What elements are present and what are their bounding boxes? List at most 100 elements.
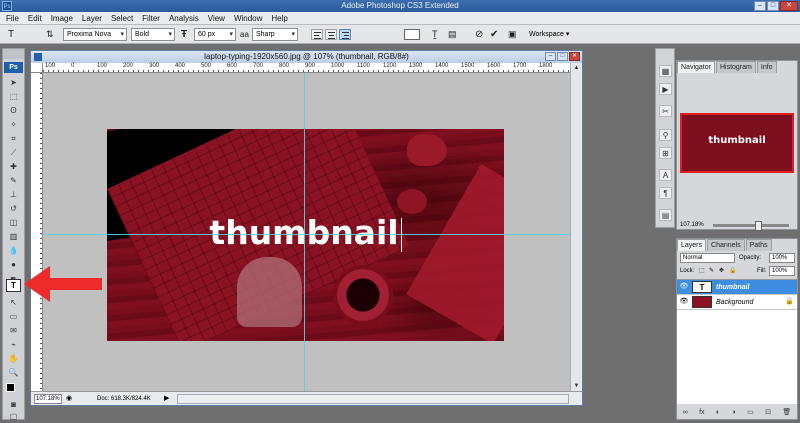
notes-tool-icon[interactable]: ✉ (7, 325, 20, 336)
tab-paths[interactable]: Paths (745, 239, 772, 251)
align-center-button[interactable] (325, 29, 337, 40)
character-panel-icon[interactable]: A (659, 169, 672, 181)
tab-info[interactable]: Info (756, 61, 777, 73)
layer-name[interactable]: thumbnail (716, 282, 749, 293)
menu-file[interactable]: File (6, 14, 19, 23)
scroll-up-arrow-icon[interactable]: ▲ (571, 63, 582, 73)
actions-panel-icon[interactable]: ▶ (659, 83, 672, 95)
tab-histogram[interactable]: Histogram (715, 61, 756, 73)
bridge-icon[interactable]: ▣ (508, 28, 517, 41)
lock-image-icon[interactable]: ✎ (709, 266, 714, 276)
zoom-field[interactable]: 107.18% (34, 394, 62, 404)
eyedropper-tool-icon[interactable]: ⌁ (7, 339, 20, 350)
text-orientation-icon[interactable]: ⇅ (46, 28, 54, 41)
blend-mode-select[interactable]: Normal (680, 253, 735, 263)
menu-window[interactable]: Window (234, 14, 262, 23)
dodge-tool-icon[interactable]: ● (7, 259, 20, 270)
magic-wand-tool-icon[interactable]: ✧ (7, 119, 20, 130)
menu-layer[interactable]: Layer (82, 14, 102, 23)
doc-close-button[interactable]: ✕ (569, 52, 580, 61)
warp-text-icon[interactable]: T̰ (432, 28, 438, 41)
opacity-field[interactable]: 100% (769, 253, 795, 263)
toolbox-grip[interactable] (3, 49, 24, 59)
history-panel-icon[interactable]: ▦ (659, 65, 672, 77)
menu-filter[interactable]: Filter (142, 14, 160, 23)
navigator-preview[interactable]: thumbnail (680, 113, 794, 173)
delete-layer-icon[interactable]: 🗑 (782, 407, 791, 419)
eye-icon[interactable]: 👁 (679, 283, 689, 291)
ps-logo[interactable]: Ps (4, 62, 23, 73)
eraser-tool-icon[interactable]: ◫ (7, 217, 20, 228)
vertical-guide[interactable] (304, 73, 305, 391)
navigator-zoom-value[interactable]: 107.18% (680, 222, 704, 228)
text-layer-thumbnail[interactable]: thumbnail (107, 213, 504, 253)
menu-select[interactable]: Select (111, 14, 133, 23)
font-size-select[interactable]: 60 px (194, 28, 236, 41)
clone-stamp-tool-icon[interactable]: ⊥ (7, 189, 20, 200)
canvas-area[interactable]: thumbnail (43, 73, 570, 391)
status-menu-arrow-icon[interactable]: ▶ (164, 394, 169, 402)
new-layer-icon[interactable]: ⊡ (765, 407, 771, 419)
maximize-button[interactable]: □ (767, 1, 779, 11)
layer-row-background[interactable]: 👁 Background 🔒 (677, 295, 797, 310)
font-family-select[interactable]: Proxima Nova (63, 28, 127, 41)
hand-tool-icon[interactable]: ✋ (7, 353, 20, 364)
tab-navigator[interactable]: Navigator (677, 61, 715, 73)
lock-transparency-icon[interactable]: ⬚ (699, 266, 705, 276)
blur-tool-icon[interactable]: 💧 (7, 245, 20, 256)
horizontal-scrollbar[interactable] (177, 394, 569, 404)
clone-source-icon[interactable]: ⊞ (659, 147, 672, 159)
menu-image[interactable]: Image (51, 14, 73, 23)
lock-position-icon[interactable]: ✥ (719, 266, 724, 276)
layer-row-thumbnail[interactable]: 👁 T thumbnail (677, 280, 797, 295)
fill-field[interactable]: 100% (769, 266, 795, 276)
document-image[interactable]: thumbnail (107, 129, 504, 341)
brushes-panel-icon[interactable]: ⚲ (659, 129, 672, 141)
lasso-tool-icon[interactable]: ʘ (7, 105, 20, 116)
quick-mask-icon[interactable]: ◙ (7, 399, 20, 410)
menu-view[interactable]: View (208, 14, 225, 23)
type-tool-preset-icon[interactable]: T (8, 28, 14, 41)
screen-mode-icon[interactable]: ▢ (7, 411, 20, 422)
gradient-tool-icon[interactable]: ▥ (7, 231, 20, 242)
marquee-tool-icon[interactable]: ⬚ (7, 91, 20, 102)
horizontal-ruler[interactable]: 100 0 100 200 300 400 500 600 700 800 90… (43, 63, 570, 73)
menu-edit[interactable]: Edit (28, 14, 42, 23)
antialias-select[interactable]: Sharp (252, 28, 298, 41)
status-options-icon[interactable]: ◉ (66, 394, 72, 402)
foreground-color-swatch[interactable] (6, 383, 15, 392)
ruler-origin[interactable] (31, 63, 43, 73)
cancel-icon[interactable]: ⊘ (475, 28, 483, 41)
lock-all-icon[interactable]: 🔒 (729, 266, 736, 276)
document-title-bar[interactable]: laptop-typing-1920x560.jpg @ 107% (thumb… (31, 51, 582, 63)
crop-tool-icon[interactable]: ⌗ (7, 133, 20, 144)
vertical-scrollbar[interactable]: ▲ ▼ (570, 63, 582, 391)
brush-tool-icon[interactable]: ✎ (7, 175, 20, 186)
shape-tool-icon[interactable]: ▭ (7, 311, 20, 322)
layer-comps-icon[interactable]: ▤ (659, 209, 672, 221)
layer-name[interactable]: Background (716, 297, 753, 308)
text-color-swatch[interactable] (404, 29, 420, 40)
doc-maximize-button[interactable]: □ (557, 52, 568, 61)
move-tool-icon[interactable]: ➤ (7, 77, 20, 88)
new-group-icon[interactable]: ▭ (747, 407, 754, 419)
minimize-button[interactable]: – (754, 1, 766, 11)
healing-brush-tool-icon[interactable]: ✚ (7, 161, 20, 172)
tool-presets-icon[interactable]: ✂ (659, 105, 672, 117)
font-style-select[interactable]: Bold (131, 28, 175, 41)
character-panel-icon[interactable]: ▤ (448, 28, 457, 41)
layer-mask-icon[interactable]: ◐ (716, 407, 720, 419)
history-brush-tool-icon[interactable]: ↺ (7, 203, 20, 214)
slice-tool-icon[interactable]: ⟋ (7, 147, 20, 158)
type-tool-icon[interactable]: T (6, 279, 21, 292)
workspace-button[interactable]: Workspace ▾ (529, 29, 569, 40)
adjustment-layer-icon[interactable]: ◑ (732, 407, 736, 419)
path-selection-tool-icon[interactable]: ↖ (7, 297, 20, 308)
horizontal-guide[interactable] (43, 234, 570, 235)
eye-icon[interactable]: 👁 (679, 298, 689, 306)
commit-icon[interactable]: ✔ (490, 28, 498, 41)
tab-channels[interactable]: Channels (707, 239, 745, 251)
navigator-zoom-slider[interactable] (713, 221, 789, 231)
document-info[interactable]: Doc: 618.3K/824.4K (97, 394, 151, 404)
vertical-ruler[interactable] (31, 73, 43, 391)
